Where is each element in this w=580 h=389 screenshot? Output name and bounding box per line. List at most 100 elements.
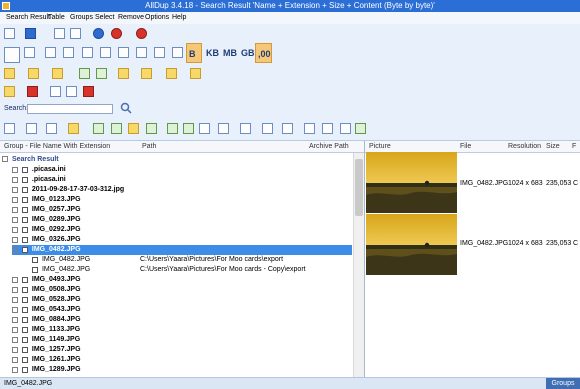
expand-icon[interactable]: [12, 347, 18, 353]
remove-icon-4[interactable]: [66, 86, 77, 97]
row-checkbox[interactable]: [21, 277, 28, 283]
remove-icon-1[interactable]: [4, 86, 15, 97]
table-row[interactable]: IMG_1257.JPG: [0, 345, 352, 355]
expand-icon[interactable]: [12, 237, 18, 243]
page-icon[interactable]: [70, 28, 81, 39]
remove-icon-2[interactable]: [27, 86, 38, 97]
folder-icon-4[interactable]: [118, 68, 129, 79]
table-row[interactable]: IMG_0257.JPG: [0, 205, 352, 215]
header-group-name[interactable]: Group - File Name With Extension: [4, 141, 110, 152]
vertical-scrollbar[interactable]: [353, 153, 364, 377]
expand-icon[interactable]: [12, 197, 18, 203]
expand-icon[interactable]: [12, 207, 18, 213]
expand-icon[interactable]: [12, 367, 18, 373]
folder-icon-3[interactable]: [52, 68, 63, 79]
row-checkbox[interactable]: [21, 357, 28, 363]
header-archive-path[interactable]: Archive Path: [309, 141, 349, 152]
menu-options[interactable]: Options: [145, 12, 169, 24]
table-row[interactable]: IMG_1261.JPG: [0, 355, 352, 365]
row-checkbox[interactable]: [21, 297, 28, 303]
row-checkbox[interactable]: [21, 337, 28, 343]
row-checkbox[interactable]: [21, 287, 28, 293]
view-settings-icon[interactable]: [4, 47, 20, 63]
row-checkbox[interactable]: [21, 307, 28, 313]
table-row[interactable]: .picasa.ini: [0, 165, 352, 175]
expand-icon[interactable]: [12, 337, 18, 343]
row-checkbox[interactable]: [21, 367, 28, 373]
row-checkbox[interactable]: [21, 187, 28, 193]
table-row[interactable]: IMG_0543.JPG: [0, 305, 352, 315]
table-row[interactable]: IMG_0508.JPG: [0, 285, 352, 295]
expand-icon[interactable]: [12, 327, 18, 333]
menu-groups[interactable]: Groups: [70, 12, 93, 24]
menu-remove[interactable]: Remove: [118, 12, 144, 24]
table-row[interactable]: IMG_0528.JPG: [0, 295, 352, 305]
row-checkbox[interactable]: [21, 327, 28, 333]
expand-icon[interactable]: [12, 217, 18, 223]
header-resolution[interactable]: Resolution: [508, 141, 541, 152]
view-icon-4[interactable]: [100, 47, 111, 58]
select-icon-15[interactable]: [282, 123, 293, 134]
search-input[interactable]: [27, 104, 113, 114]
scrollbar-thumb[interactable]: [355, 159, 363, 216]
view-icon-3[interactable]: [63, 47, 74, 58]
expand-icon[interactable]: [12, 177, 18, 183]
checklist-icon-2[interactable]: [96, 68, 107, 79]
row-checkbox[interactable]: [21, 217, 28, 223]
collapse-icon[interactable]: [12, 247, 18, 253]
unit-bytes-button[interactable]: B: [186, 43, 202, 63]
table-row[interactable]: IMG_0123.JPG: [0, 195, 352, 205]
unit-kb-button[interactable]: KB: [204, 43, 221, 63]
select-icon-6[interactable]: [111, 123, 122, 134]
table-row[interactable]: .picasa.ini: [0, 175, 352, 185]
folder-icon-5[interactable]: [141, 68, 152, 79]
table-row[interactable]: IMG_0289.JPG: [0, 215, 352, 225]
select-icon-12[interactable]: [218, 123, 229, 134]
header-size[interactable]: Size: [546, 141, 560, 152]
table-row[interactable]: IMG_0884.JPG: [0, 315, 352, 325]
menu-table[interactable]: Table: [48, 12, 65, 24]
table-row[interactable]: IMG_1289.JPG: [0, 365, 352, 375]
collapse-icon[interactable]: [2, 156, 8, 163]
row-checkbox[interactable]: [21, 197, 28, 203]
expand-icon[interactable]: [12, 357, 18, 363]
table-row[interactable]: IMG_1133.JPG: [0, 325, 352, 335]
view-icon-mb[interactable]: [82, 47, 93, 58]
select-icon-13[interactable]: [240, 123, 251, 134]
expand-icon[interactable]: [12, 317, 18, 323]
expand-icon[interactable]: [12, 187, 18, 193]
select-icon-8[interactable]: [146, 123, 157, 134]
checklist-icon-1[interactable]: [79, 68, 90, 79]
view-icon-5[interactable]: [118, 47, 129, 58]
row-checkbox[interactable]: [21, 177, 28, 183]
menu-help[interactable]: Help: [172, 12, 186, 24]
folder-icon-7[interactable]: [190, 68, 201, 79]
folder-icon-2[interactable]: [28, 68, 39, 79]
power-icon[interactable]: [136, 28, 147, 39]
unit-gb-button[interactable]: GB: [239, 43, 257, 63]
expand-icon[interactable]: [12, 167, 18, 173]
select-icon-2[interactable]: [26, 123, 37, 134]
row-checkbox[interactable]: [21, 347, 28, 353]
expand-icon[interactable]: [12, 287, 18, 293]
menu-select[interactable]: Select: [95, 12, 114, 24]
row-checkbox[interactable]: [21, 237, 28, 243]
groups-tab[interactable]: Groups: [546, 378, 580, 389]
select-icon-19[interactable]: [355, 123, 366, 134]
help-icon[interactable]: [93, 28, 104, 39]
expand-icon[interactable]: [12, 307, 18, 313]
table-row[interactable]: IMG_0493.JPG: [0, 275, 352, 285]
print-icon[interactable]: [54, 28, 65, 39]
select-icon-3[interactable]: [46, 123, 57, 134]
table-row[interactable]: IMG_0482.JPG C:\Users\Yaara\Pictures\For…: [0, 255, 352, 265]
row-checkbox[interactable]: [32, 267, 38, 273]
pinterest-icon[interactable]: [111, 28, 122, 39]
select-icon-16[interactable]: [304, 123, 315, 134]
table-row[interactable]: 2011-09-28-17-37-03-312.jpg: [0, 185, 352, 195]
select-icon-4[interactable]: [68, 123, 79, 134]
expand-icon[interactable]: [12, 297, 18, 303]
unit-mb-button[interactable]: MB: [221, 43, 239, 63]
view-icon-7[interactable]: [154, 47, 165, 58]
remove-icon-5[interactable]: [83, 86, 94, 97]
select-icon-17[interactable]: [322, 123, 333, 134]
